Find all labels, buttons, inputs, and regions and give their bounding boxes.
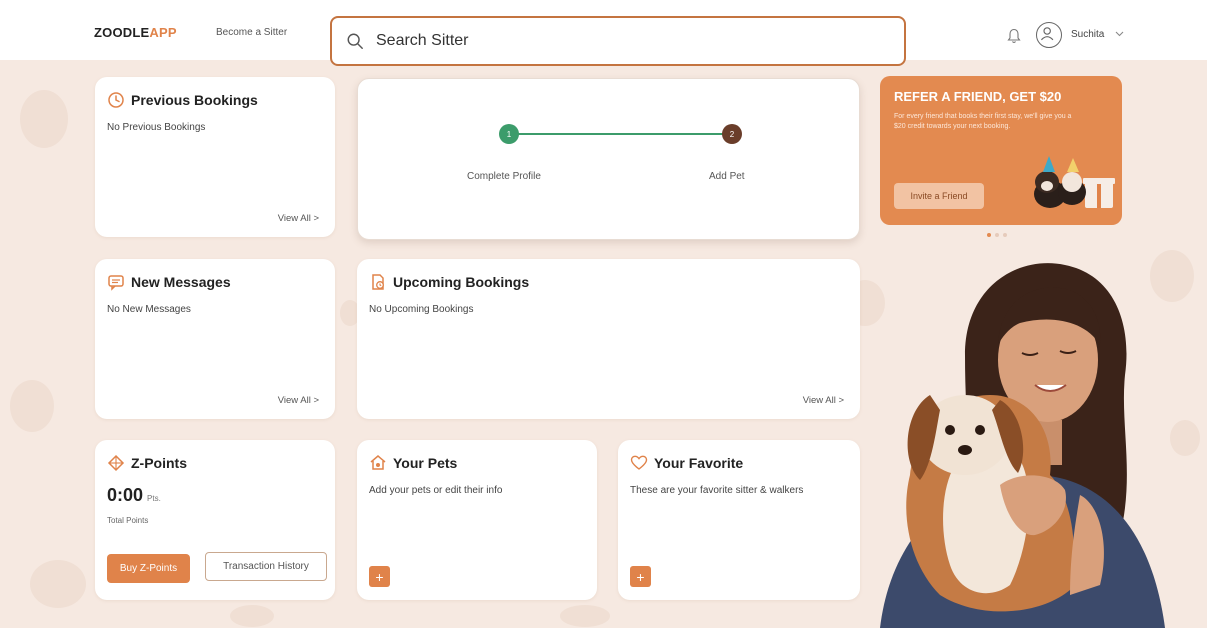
new-messages-title: New Messages — [131, 274, 231, 290]
z-points-diamond-icon — [107, 454, 125, 472]
your-favorite-description: These are your favorite sitter & walkers — [630, 485, 804, 496]
step-1-label[interactable]: Complete Profile — [467, 171, 541, 182]
previous-bookings-empty-text: No Previous Bookings — [107, 122, 206, 133]
carousel-dot[interactable] — [1003, 233, 1007, 237]
upcoming-bookings-card: Upcoming Bookings No Upcoming Bookings V… — [357, 259, 860, 419]
upcoming-bookings-empty-text: No Upcoming Bookings — [369, 304, 474, 315]
upcoming-bookings-title: Upcoming Bookings — [393, 274, 530, 290]
profile-progress-card — [357, 78, 860, 240]
user-name[interactable]: Suchita — [1071, 29, 1104, 40]
top-navigation-bar: ZOODLEAPP Become a Sitter Search Sitter … — [0, 0, 1207, 66]
logo-main-text: ZOODLE — [94, 25, 150, 40]
previous-bookings-card: Previous Bookings No Previous Bookings V… — [95, 77, 335, 237]
woman-with-dog-image — [880, 263, 1165, 628]
new-messages-empty-text: No New Messages — [107, 304, 191, 315]
new-messages-view-all-link[interactable]: View All > — [278, 395, 319, 406]
calendar-document-icon — [372, 274, 384, 290]
new-messages-card: New Messages No New Messages View All > — [95, 259, 335, 419]
logo-accent-text: APP — [149, 25, 177, 40]
pet-house-icon — [370, 455, 386, 470]
card-title: Your Pets — [369, 454, 457, 472]
carousel-dot[interactable] — [995, 233, 999, 237]
your-pets-description: Add your pets or edit their info — [369, 485, 503, 496]
card-title: Your Favorite — [630, 454, 743, 472]
your-pets-card: Your Pets Add your pets or edit their in… — [357, 440, 597, 600]
notification-bell-icon[interactable] — [1007, 28, 1021, 44]
refer-a-friend-banner: REFER A FRIEND, GET $20 For every friend… — [880, 76, 1122, 225]
history-icon — [108, 92, 124, 108]
z-points-title: Z-Points — [131, 455, 187, 471]
message-icon — [108, 275, 124, 291]
promo-text: For every friend that books their first … — [894, 113, 1072, 130]
invite-a-friend-button[interactable]: Invite a Friend — [894, 183, 984, 209]
previous-bookings-title: Previous Bookings — [131, 92, 258, 108]
become-a-sitter-link[interactable]: Become a Sitter — [216, 27, 287, 38]
app-logo[interactable]: ZOODLEAPP — [94, 25, 177, 40]
card-title: Upcoming Bookings — [369, 273, 529, 291]
chevron-down-icon[interactable] — [1115, 31, 1124, 37]
carousel-dot[interactable] — [987, 233, 991, 237]
total-points-label: Total Points — [107, 516, 149, 525]
previous-bookings-view-all-link[interactable]: View All > — [278, 213, 319, 224]
search-input[interactable]: Search Sitter — [376, 32, 468, 50]
heart-icon — [630, 455, 648, 470]
step-1-indicator[interactable]: 1 — [499, 124, 519, 144]
card-title: New Messages — [107, 273, 231, 291]
z-points-unit: Pts. — [147, 494, 161, 503]
promo-title: REFER A FRIEND, GET $20 — [894, 89, 1062, 104]
search-bar[interactable]: Search Sitter — [330, 16, 906, 66]
z-points-amount: 0:00 — [107, 485, 144, 505]
promo-carousel-dots[interactable] — [987, 233, 1007, 237]
party-dogs-illustration — [1034, 156, 1115, 208]
step-2-indicator[interactable]: 2 — [722, 124, 742, 144]
transaction-history-button[interactable]: Transaction History — [205, 552, 327, 581]
z-points-value: 0:00 Pts. — [107, 485, 161, 506]
user-avatar-icon[interactable] — [1036, 22, 1062, 48]
your-favorite-card: Your Favorite These are your favorite si… — [618, 440, 860, 600]
upcoming-bookings-view-all-link[interactable]: View All > — [803, 395, 844, 406]
add-pet-button[interactable]: + — [369, 566, 390, 587]
your-favorite-title: Your Favorite — [654, 455, 744, 471]
card-title: Z-Points — [107, 454, 187, 472]
your-pets-title: Your Pets — [393, 455, 458, 471]
search-icon — [347, 33, 363, 49]
add-favorite-button[interactable]: + — [630, 566, 651, 587]
z-points-card: Z-Points 0:00 Pts. Total Points Buy Z-Poi… — [95, 440, 335, 600]
step-2-label[interactable]: Add Pet — [709, 171, 745, 182]
buy-z-points-button[interactable]: Buy Z-Points — [107, 554, 190, 583]
card-title: Previous Bookings — [107, 91, 258, 109]
step-progress-line — [510, 133, 732, 135]
